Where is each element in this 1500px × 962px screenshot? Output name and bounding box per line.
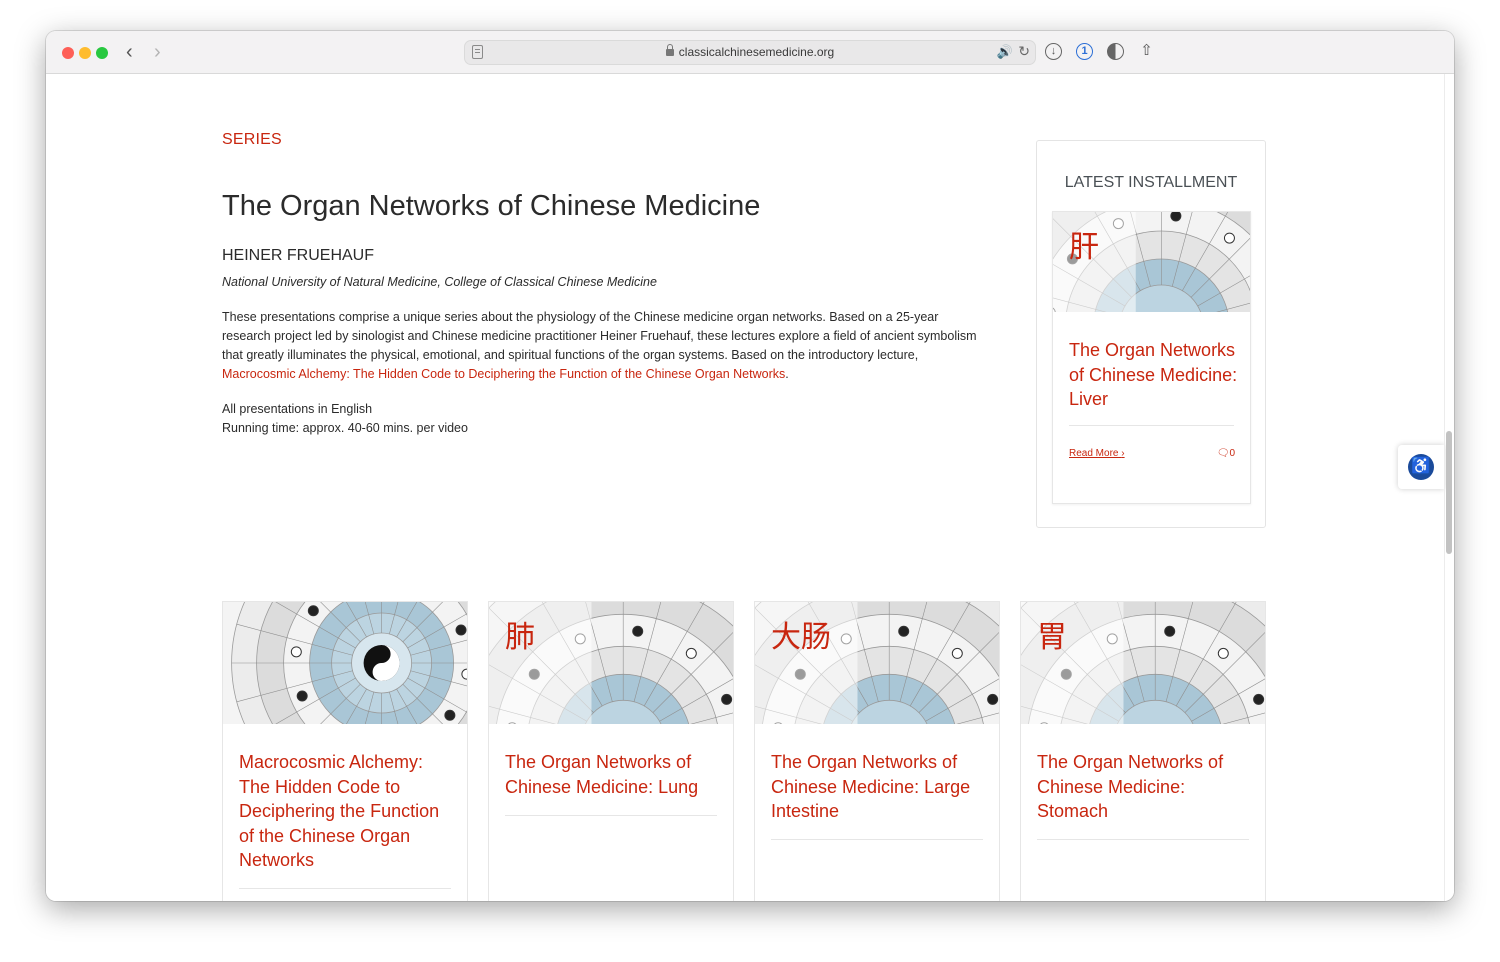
browser-window: ‹ › classicalchinesemedicine.org 🔊 ↻ ↓ 1… [46, 31, 1454, 901]
speaker-icon[interactable]: 🔊 [997, 44, 1013, 60]
moon-phase-mark [444, 709, 456, 721]
moon-phase-mark [721, 693, 733, 705]
moon-phase-mark [1170, 212, 1182, 222]
lock-icon [665, 44, 674, 56]
lecture-card[interactable]: 肺 The Organ Networks of Chinese Medicine… [488, 601, 734, 901]
moon-phase-mark [685, 647, 697, 659]
lecture-card[interactable]: 胃 The Organ Networks of Chinese Medicine… [1020, 601, 1266, 901]
card-divider [505, 815, 717, 816]
author-name: HEINER FRUEHAUF [222, 247, 375, 264]
page-title: The Organ Networks of Chinese Medicine [222, 190, 761, 222]
card-thumbnail[interactable]: 大肠 [755, 602, 999, 724]
moon-phase-mark [296, 690, 308, 702]
moon-phase-mark [461, 668, 467, 680]
latest-installment-heading: LATEST INSTALLMENT [1064, 174, 1238, 191]
browser-toolbar: ‹ › classicalchinesemedicine.org 🔊 ↻ ↓ 1… [46, 31, 1454, 74]
zoom-window-button[interactable] [96, 47, 108, 59]
description-end: . [785, 367, 789, 381]
latest-installment-card[interactable]: 肝 The Organ Networks of Chinese Medicine… [1052, 211, 1251, 504]
share-icon[interactable]: ⇧ [1138, 43, 1155, 60]
card-divider [771, 839, 983, 840]
moon-phase-mark [1253, 693, 1265, 705]
author-affiliation: National University of Natural Medicine,… [222, 275, 657, 289]
series-description: These presentations comprise a unique se… [222, 308, 982, 384]
read-more-link[interactable]: Read More › [1069, 448, 1125, 459]
moon-phase-mark [455, 624, 467, 636]
card-divider [239, 888, 451, 889]
read-more-label: Read More [1069, 448, 1119, 459]
moon-phase-mark [898, 625, 910, 637]
accessibility-icon: ♿ [1408, 454, 1434, 480]
intro-lecture-link[interactable]: Macrocosmic Alchemy: The Hidden Code to … [222, 367, 785, 381]
organ-glyph: 大肠 [771, 620, 831, 655]
scrollbar[interactable] [1444, 74, 1454, 901]
card-thumbnail[interactable]: 肺 [489, 602, 733, 724]
moon-phase-mark [290, 646, 302, 658]
privacy-shield-icon[interactable] [1107, 43, 1124, 60]
series-label: SERIES [222, 131, 282, 148]
lecture-card[interactable]: 大肠 The Organ Networks of Chinese Medicin… [754, 601, 1000, 901]
address-bar[interactable]: classicalchinesemedicine.org 🔊 ↻ [464, 40, 1036, 65]
chevron-right-icon: › [1121, 448, 1125, 459]
wheel-artwork [231, 602, 467, 724]
series-meta: All presentations in English Running tim… [222, 400, 468, 438]
card-thumbnail[interactable]: 肝 [1053, 212, 1250, 312]
accessibility-widget[interactable]: ♿ [1398, 445, 1444, 489]
page-content: SERIES The Organ Networks of Chinese Med… [46, 74, 1454, 901]
comment-icon: 🗨 [1216, 448, 1230, 459]
moon-phase-mark [1164, 625, 1176, 637]
card-title-link[interactable]: The Organ Networks of Chinese Medicine: … [1037, 750, 1251, 824]
organ-glyph: 胃 [1037, 620, 1067, 655]
moon-phase-mark [951, 647, 963, 659]
comment-count-value: 0 [1229, 448, 1235, 459]
download-icon[interactable]: ↓ [1045, 43, 1062, 60]
moon-phase-mark [1223, 232, 1235, 244]
card-divider [1069, 425, 1234, 426]
close-window-button[interactable] [62, 47, 74, 59]
moon-phase-mark [1217, 647, 1229, 659]
card-title-link[interactable]: The Organ Networks of Chinese Medicine: … [505, 750, 719, 799]
moon-phase-mark [632, 625, 644, 637]
minimize-window-button[interactable] [79, 47, 91, 59]
card-title-link[interactable]: The Organ Networks of Chinese Medicine: … [771, 750, 985, 824]
organ-glyph: 肝 [1069, 230, 1099, 265]
card-thumbnail[interactable] [223, 602, 467, 724]
url-text: classicalchinesemedicine.org [678, 45, 835, 59]
card-thumbnail[interactable]: 胃 [1021, 602, 1265, 724]
scrollbar-thumb[interactable] [1446, 431, 1452, 554]
card-title-link[interactable]: Macrocosmic Alchemy: The Hidden Code to … [239, 750, 453, 873]
card-title-link[interactable]: The Organ Networks of Chinese Medicine: … [1069, 338, 1239, 412]
lecture-card[interactable]: Macrocosmic Alchemy: The Hidden Code to … [222, 601, 468, 901]
forward-arrow-icon[interactable]: › [154, 40, 161, 64]
card-divider [1037, 839, 1249, 840]
back-arrow-icon[interactable]: ‹ [126, 40, 133, 64]
reload-icon[interactable]: ↻ [1018, 43, 1030, 60]
moon-phase-mark [987, 693, 999, 705]
description-text: These presentations comprise a unique se… [222, 310, 977, 362]
language-note: All presentations in English [222, 402, 373, 416]
password-manager-icon[interactable]: 1 [1076, 43, 1093, 60]
moon-phase-mark [307, 605, 319, 617]
latest-installment-box: LATEST INSTALLMENT 肝 The Organ Networks … [1036, 140, 1266, 528]
organ-glyph: 肺 [505, 620, 535, 655]
running-time-note: Running time: approx. 40-60 mins. per vi… [222, 421, 468, 435]
comments-count[interactable]: 🗨0 [1217, 448, 1235, 459]
